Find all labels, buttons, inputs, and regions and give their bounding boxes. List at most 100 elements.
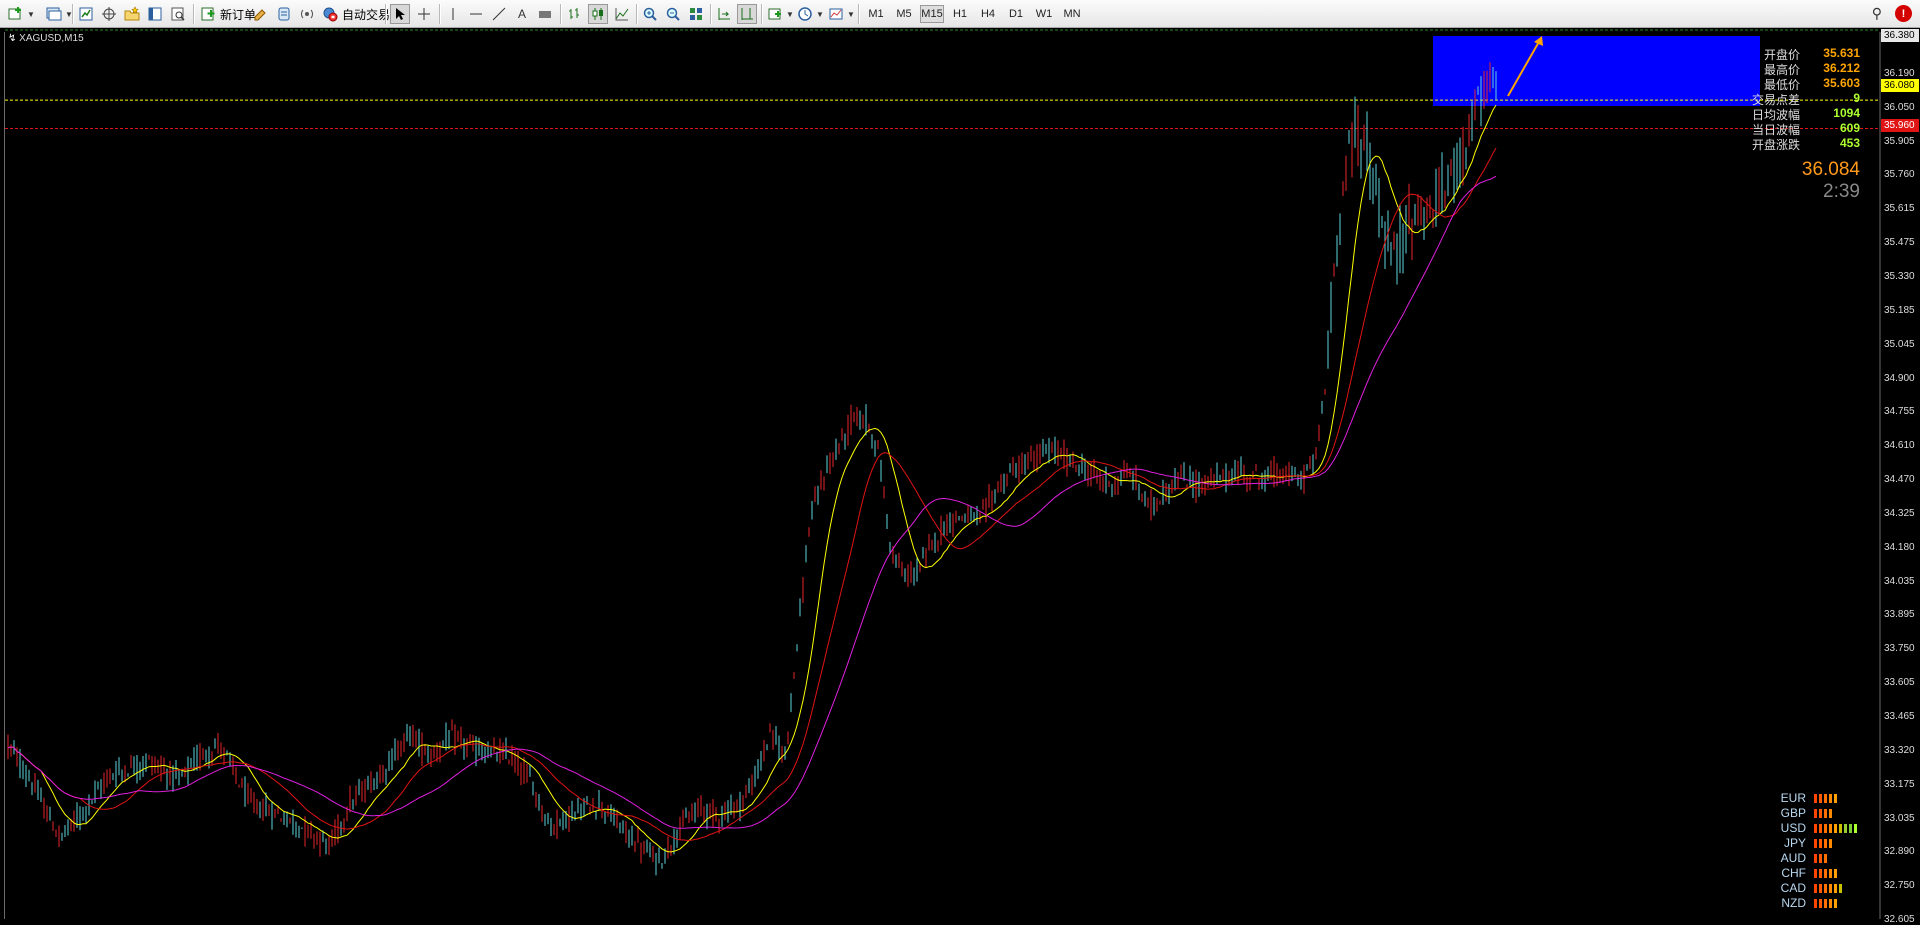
price-chart[interactable]	[0, 28, 1920, 919]
price-tick: 36.190	[1884, 67, 1915, 79]
search-icon[interactable]: ⚲	[1872, 5, 1882, 22]
strength-bars	[1814, 883, 1842, 893]
timeframe-d1[interactable]: D1	[1004, 5, 1028, 23]
currency-row: USD	[1760, 821, 1857, 835]
new-order-icon	[198, 4, 218, 24]
templates-button[interactable]: ▼	[826, 3, 855, 25]
timeframe-m1[interactable]: M1	[864, 5, 888, 23]
strength-bar	[1849, 823, 1852, 833]
strength-bar	[1839, 883, 1842, 893]
strength-bar	[1829, 898, 1832, 908]
broadcast-icon	[297, 4, 317, 24]
bar-chart-button[interactable]	[565, 3, 585, 25]
chart-menu-icon: ↯	[8, 33, 17, 44]
timeframe-w1[interactable]: W1	[1032, 5, 1056, 23]
vertical-line-icon	[443, 4, 463, 24]
chart-window[interactable]: ↯ XAGUSD,M15 36.33536.19036.05035.90535.…	[0, 28, 1920, 925]
alert-icon[interactable]: !	[1895, 5, 1912, 22]
strength-bar	[1819, 823, 1822, 833]
timeframe-mn[interactable]: MN	[1060, 5, 1084, 23]
crosshair-icon	[414, 4, 434, 24]
info-row: 开盘涨跌 453	[1730, 136, 1860, 152]
timeframe-m15[interactable]: M15	[920, 5, 944, 23]
market-watch-icon	[76, 4, 96, 24]
ma-slow-line	[7, 175, 1497, 829]
radio-button[interactable]	[297, 3, 317, 25]
signals-button[interactable]	[274, 3, 294, 25]
strength-bar	[1814, 823, 1817, 833]
trendline-button[interactable]	[489, 3, 509, 25]
indicators-button[interactable]: ▼	[765, 3, 794, 25]
indicators-icon	[765, 4, 785, 24]
strength-bar	[1824, 883, 1827, 893]
chevron-down-icon: ▼	[847, 9, 855, 19]
price-tick: 35.185	[1884, 304, 1915, 316]
horizontal-line-button[interactable]	[466, 3, 486, 25]
strength-bar	[1834, 823, 1837, 833]
strength-bar	[1819, 898, 1822, 908]
metaeditor-button[interactable]	[251, 3, 271, 25]
navigator-button[interactable]	[99, 3, 119, 25]
currency-name: EUR	[1780, 791, 1806, 805]
info-label: 开盘涨跌	[1751, 138, 1800, 152]
tester-icon	[168, 4, 188, 24]
terminal-button[interactable]	[145, 3, 165, 25]
price-tick: 35.615	[1884, 203, 1915, 215]
zoom-in-button[interactable]	[640, 3, 660, 25]
price-tick: 36.050	[1884, 101, 1915, 113]
timeframe-m5[interactable]: M5	[892, 5, 916, 23]
price-tick: 33.465	[1884, 711, 1915, 722]
ma-fast-line	[7, 104, 1497, 853]
strength-bar	[1819, 838, 1822, 848]
autoscroll-icon	[714, 4, 734, 24]
market-watch-button[interactable]	[76, 3, 96, 25]
currency-row: JPY	[1760, 836, 1832, 850]
strength-bar	[1819, 883, 1822, 893]
cursor-icon	[390, 4, 410, 24]
zoom-out-button[interactable]	[663, 3, 683, 25]
zoom-out-icon	[663, 4, 683, 24]
strength-bar	[1814, 868, 1817, 878]
text-icon: A	[517, 7, 526, 21]
auto-trade-icon	[320, 4, 340, 24]
profiles-button[interactable]: ▼	[44, 3, 73, 25]
zoom-in-icon	[640, 4, 660, 24]
new-order-button[interactable]: 新订单	[198, 3, 256, 25]
price-tick: 35.330	[1884, 270, 1915, 282]
new-chart-button[interactable]: ▼	[6, 3, 35, 25]
timeframe-h1[interactable]: H1	[948, 5, 972, 23]
strategy-tester-button[interactable]	[168, 3, 188, 25]
strength-bars	[1814, 793, 1837, 803]
chart-shift-button[interactable]	[737, 3, 757, 25]
chart-shift-icon	[737, 4, 757, 24]
strength-bar	[1829, 838, 1832, 848]
info-value: 35.603	[1823, 76, 1860, 90]
text-tool-button[interactable]: A	[512, 3, 532, 25]
candle-chart-button[interactable]	[588, 3, 608, 25]
auto-trade-button[interactable]: 自动交易	[320, 3, 390, 25]
currency-row: EUR	[1760, 791, 1837, 805]
trendline-icon	[489, 4, 509, 24]
strength-bar	[1814, 793, 1817, 803]
currency-row: NZD	[1760, 896, 1837, 910]
vertical-line-button[interactable]	[443, 3, 463, 25]
periods-button[interactable]: ▼	[795, 3, 824, 25]
signals-icon	[274, 4, 294, 24]
label-tool-button[interactable]	[535, 3, 555, 25]
signal-box	[1433, 36, 1760, 106]
strength-bar	[1819, 853, 1822, 863]
tile-windows-button[interactable]	[686, 3, 706, 25]
autoscroll-button[interactable]	[714, 3, 734, 25]
crosshair-tool-button[interactable]	[414, 3, 434, 25]
line-chart-button[interactable]	[612, 3, 632, 25]
favorites-button[interactable]	[122, 3, 142, 25]
strength-bar	[1824, 898, 1827, 908]
price-tick: 34.610	[1884, 440, 1915, 452]
bid-price-label: 36.080	[1881, 79, 1919, 92]
price-tick: 33.605	[1884, 677, 1915, 689]
cursor-tool-button[interactable]	[390, 3, 410, 25]
strength-bars	[1814, 853, 1827, 863]
timeframe-h4[interactable]: H4	[976, 5, 1000, 23]
info-label: 日均波幅	[1751, 108, 1800, 122]
strength-bars	[1814, 898, 1837, 908]
